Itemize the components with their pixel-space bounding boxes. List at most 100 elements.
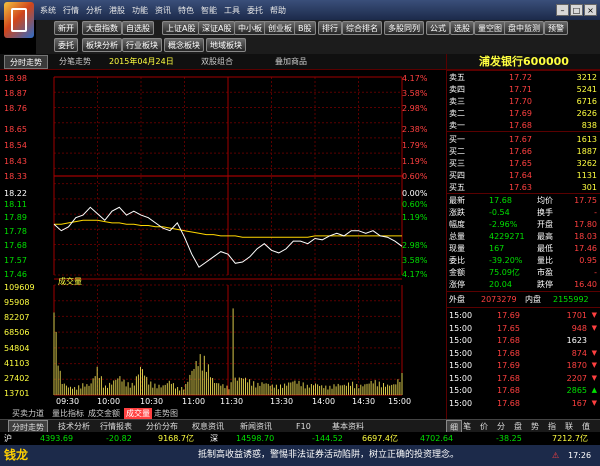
pct-tick-label: 1.79% <box>402 141 428 150</box>
monitor-button[interactable]: 盘中监测 <box>504 21 544 35</box>
ask-level-label: 卖二 <box>449 109 465 118</box>
menu-trade[interactable]: 委托 <box>247 5 263 16</box>
stat-value: -2.96% <box>489 220 518 229</box>
menu-system[interactable]: 系统 <box>40 5 56 16</box>
menu-hk[interactable]: 港股 <box>109 5 125 16</box>
tick-time: 15:00 <box>449 311 473 320</box>
sz-index-amount: 6697.4亿 <box>362 434 398 443</box>
stat-row: 现量 167 最低 17.46 <box>447 243 600 254</box>
menu-functions[interactable]: 功能 <box>132 5 148 16</box>
ask-volume: 2626 <box>576 109 597 118</box>
stat-value: 20.04 <box>489 280 512 289</box>
app-logo-icon <box>4 2 34 38</box>
maximize-button[interactable]: □ <box>570 4 583 16</box>
ask-price: 17.69 <box>509 109 532 118</box>
bid-level-label: 买二 <box>449 147 465 156</box>
multi-stock-button[interactable]: 多股同列 <box>384 21 424 35</box>
intraday-chart[interactable]: 18.98 18.87 18.76 18.65 18.54 18.43 18.3… <box>0 71 446 409</box>
y-tick-label: 18.33 <box>4 172 27 181</box>
sz-a-button[interactable]: 深证A股 <box>198 21 236 35</box>
stat-value: 0.95 <box>579 256 597 265</box>
tick-time: 15:00 <box>449 323 473 333</box>
stat-value: 18.03 <box>574 232 597 241</box>
ask-price: 17.71 <box>509 85 532 94</box>
pct-tick-label: 2.98% <box>402 104 428 113</box>
stat-label: 涨跌 <box>449 208 465 217</box>
chart-svg <box>53 76 403 396</box>
stat-row: 金额 75.09亿 市盈 - <box>447 267 600 278</box>
stock-picker-button[interactable]: 选股 <box>450 21 474 35</box>
bid-level-label: 买四 <box>449 171 465 180</box>
stat-label: 幅度 <box>449 220 465 229</box>
time-tick-label: 11:00 <box>182 397 206 406</box>
inner-label: 内盘 <box>525 295 541 304</box>
stat-value: 167 <box>489 244 505 253</box>
menu-features[interactable]: 特色 <box>178 5 194 16</box>
menu-quotes[interactable]: 行情 <box>63 5 79 16</box>
tab-intraday[interactable]: 分时走势 <box>4 55 48 69</box>
time-tick-label: 10:00 <box>97 397 121 406</box>
y-tick-label: 17.57 <box>4 256 27 265</box>
b-share-dropdown[interactable]: B股 <box>294 21 316 35</box>
stat-row: 涨跌 -0.54 换手 - <box>447 207 600 218</box>
cy-index-amount: 7212.7亿 <box>552 434 588 443</box>
sector-analysis-button[interactable]: 板块分析 <box>82 38 122 52</box>
y-tick-label: 18.98 <box>4 74 27 83</box>
volume-pane-title: 成交量 <box>58 277 82 286</box>
stat-value: 17.75 <box>574 196 597 205</box>
pct-tick-label: 0.60% <box>402 172 428 181</box>
bid-volume: 1887 <box>576 147 597 156</box>
ask-volume: 6716 <box>576 97 597 106</box>
industry-sector-dropdown[interactable]: 行业板块 <box>122 38 162 52</box>
watchlist-dropdown[interactable]: 自选股 <box>122 21 154 35</box>
region-sector-dropdown[interactable]: 地域板块 <box>206 38 246 52</box>
trade-button[interactable]: 委托 <box>54 38 78 52</box>
menu-tools[interactable]: 工具 <box>224 5 240 16</box>
tab-overlay[interactable]: 叠加商品 <box>270 55 312 69</box>
composite-rank-button[interactable]: 综合排名 <box>342 21 382 35</box>
formula-button[interactable]: 公式 <box>426 21 450 35</box>
tick-time: 15:00 <box>449 386 473 395</box>
bid-volume: 301 <box>581 183 597 192</box>
stat-row: 涨停 20.04 跌停 16.40 <box>447 279 600 290</box>
bid-level-label: 买一 <box>449 135 465 144</box>
stat-label: 跌停 <box>537 280 553 289</box>
tick-volume: 2865 <box>566 386 587 395</box>
sh-a-button[interactable]: 上证A股 <box>162 21 200 35</box>
stat-value: -0.54 <box>489 208 510 217</box>
tick-price: 17.68 <box>497 373 520 383</box>
alarm-icon[interactable]: ⚠ <box>552 445 559 466</box>
arrow-down-icon: ▼ <box>591 348 597 357</box>
new-window-button[interactable]: 新开 <box>54 21 78 35</box>
ranking-dropdown[interactable]: 排行 <box>318 21 342 35</box>
volume-space-button[interactable]: 量空图 <box>474 21 506 35</box>
pct-tick-label: 1.19% <box>402 157 428 166</box>
time-tick-label: 14:30 <box>352 397 376 406</box>
gem-board-button[interactable]: 创业板 <box>264 21 296 35</box>
inner-volume: 2155992 <box>553 295 589 304</box>
stat-label: 最新 <box>449 196 465 205</box>
y-tick-label: 17.68 <box>4 241 27 250</box>
menu-help[interactable]: 帮助 <box>270 5 286 16</box>
ask-volume: 838 <box>581 121 597 130</box>
concept-sector-dropdown[interactable]: 概念板块 <box>164 38 204 52</box>
tab-tick[interactable]: 分笔走势 <box>54 55 96 69</box>
alert-button[interactable]: 预警 <box>544 21 568 35</box>
tick-volume: 1870 <box>566 361 587 370</box>
bid-price: 17.65 <box>509 159 532 168</box>
tab-dual-stock[interactable]: 双股组合 <box>196 55 238 69</box>
chart-date[interactable]: 2015年04月24日 <box>104 55 179 69</box>
index-ticker-bar: 沪 4393.69 -20.82 9168.7亿 深 14598.70 -144… <box>0 432 600 445</box>
sme-board-button[interactable]: 中小板 <box>234 21 266 35</box>
close-icon[interactable]: × <box>584 4 597 16</box>
status-bar: 钱龙 抵制高收益诱惑，警惕非法证券活动陷阱，树立正确的投资理念。 ⚠ 17:26 <box>0 445 600 466</box>
volume-tick-label: 13701 <box>4 389 30 398</box>
index-dropdown[interactable]: 大盘指数 <box>82 21 122 35</box>
minimize-button[interactable]: – <box>556 4 569 16</box>
menu-smart[interactable]: 智能 <box>201 5 217 16</box>
menu-analysis[interactable]: 分析 <box>86 5 102 16</box>
tick-volume: 948 <box>571 323 587 333</box>
menu-info[interactable]: 资讯 <box>155 5 171 16</box>
time-tick-label: 11:30 <box>220 397 244 406</box>
tick-volume: 1623 <box>566 336 587 345</box>
